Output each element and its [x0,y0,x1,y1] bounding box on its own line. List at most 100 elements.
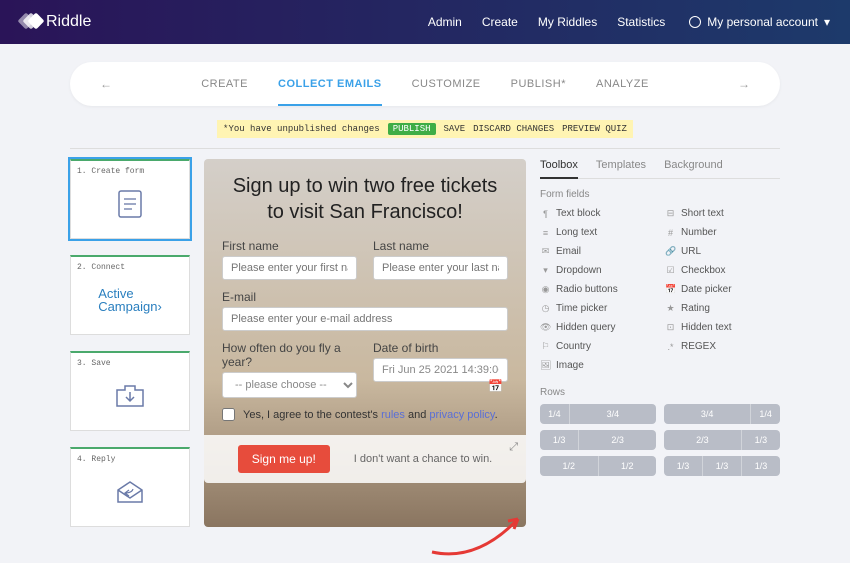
email-input[interactable] [222,307,508,331]
short-text-icon: ⊟ [665,208,676,219]
nav-admin[interactable]: Admin [428,15,462,29]
row-13-23[interactable]: 1/32/3 [540,430,656,450]
row-23-13[interactable]: 2/31/3 [664,430,780,450]
decline-button[interactable]: I don't want a chance to win. [354,453,492,465]
field-country[interactable]: ⚐Country [540,339,655,354]
step-publish[interactable]: PUBLISH* [511,78,566,91]
brand-name: Riddle [46,13,91,31]
calendar-icon[interactable]: 📅 [488,379,503,393]
time-picker-icon: ◷ [540,303,551,314]
row-12-12[interactable]: 1/21/2 [540,456,656,476]
field-rating[interactable]: ★Rating [665,301,780,316]
last-name-field: Last name [373,239,508,280]
hidden-text-icon: ⊡ [665,322,676,333]
card-label: 2. Connect [77,263,183,272]
rows-label: Rows [540,387,780,398]
sign-up-button[interactable]: Sign me up! [238,445,330,473]
field-image[interactable]: 🖼Image [540,358,655,373]
step-customize[interactable]: CUSTOMIZE [412,78,481,91]
first-name-input[interactable] [222,256,357,280]
publish-button[interactable]: PUBLISH [388,123,436,135]
step-collect-emails[interactable]: COLLECT EMAILS [278,78,382,106]
card-create-form[interactable]: 1. Create form [70,159,190,239]
privacy-link[interactable]: privacy policy [429,409,494,421]
account-menu[interactable]: My personal account ▾ [689,15,830,29]
tab-toolbox[interactable]: Toolbox [540,159,578,179]
consent-checkbox[interactable] [222,408,235,421]
card-save[interactable]: 3. Save [70,351,190,431]
field-dropdown[interactable]: ▾Dropdown [540,263,655,278]
field-hidden-query[interactable]: 👁Hidden query [540,320,655,335]
field-time-picker[interactable]: ◷Time picker [540,301,655,316]
consent-row: Yes, I agree to the contest's rules and … [222,408,508,421]
discard-button[interactable]: DISCARD CHANGES [473,124,554,134]
expand-icon[interactable]: ⤢ [509,441,518,454]
step-analyze[interactable]: ANALYZE [596,78,649,91]
annotation-arrow [422,507,532,563]
radio-icon: ◉ [540,284,551,295]
form-actions: Sign me up! I don't want a chance to win… [204,435,526,483]
field-long-text[interactable]: ≡Long text [540,225,655,240]
row-34-14[interactable]: 3/41/4 [664,404,780,424]
nav-statistics[interactable]: Statistics [617,15,665,29]
preview-button[interactable]: PREVIEW QUIZ [562,124,627,134]
nav-myriddles[interactable]: My Riddles [538,15,597,29]
field-text-block[interactable]: ¶Text block [540,206,655,221]
hidden-query-icon: 👁 [540,322,551,333]
field-checkbox[interactable]: ☑Checkbox [665,263,780,278]
brand-logo[interactable]: Riddle [20,13,91,31]
top-nav: Admin Create My Riddles Statistics [428,15,665,29]
form-fields-label: Form fields [540,189,780,200]
logo-icon [20,15,40,29]
row-13-13-13[interactable]: 1/31/31/3 [664,456,780,476]
field-radio[interactable]: ◉Radio buttons [540,282,655,297]
rating-icon: ★ [665,303,676,314]
step-tabs: CREATE COLLECT EMAILS CUSTOMIZE PUBLISH*… [112,78,738,91]
user-icon [689,16,701,28]
field-url[interactable]: 🔗URL [665,244,780,259]
regex-icon: .* [665,342,676,352]
image-icon: 🖼 [540,360,551,371]
row-14-34[interactable]: 1/43/4 [540,404,656,424]
divider [70,148,780,149]
card-label: 3. Save [77,359,183,368]
main: 1. Create form 2. Connect ActiveCampaign… [0,159,850,547]
step-cards: 1. Create form 2. Connect ActiveCampaign… [70,159,190,527]
account-label: My personal account [707,15,818,29]
field-date-picker[interactable]: 📅Date picker [665,282,780,297]
nav-create[interactable]: Create [482,15,518,29]
card-connect[interactable]: 2. Connect ActiveCampaign› [70,255,190,335]
number-icon: # [665,228,676,238]
card-reply[interactable]: 4. Reply [70,447,190,527]
field-hidden-text[interactable]: ⊡Hidden text [665,320,780,335]
panel-tabs: Toolbox Templates Background [540,159,780,179]
field-regex[interactable]: .*REGEX [665,339,780,354]
first-name-field: First name [222,239,357,280]
url-icon: 🔗 [665,246,676,257]
text-block-icon: ¶ [540,209,551,219]
save-icon [77,368,183,424]
email-field-wrap: E-mail [222,290,508,331]
reply-icon [77,464,183,520]
field-number[interactable]: #Number [665,225,780,240]
form-fields-grid: ¶Text block ⊟Short text ≡Long text #Numb… [540,206,780,373]
step-create[interactable]: CREATE [201,78,248,91]
dropdown-icon: ▾ [540,265,551,276]
step-prev[interactable]: ← [100,77,112,91]
frequency-label: How often do you fly a year? [222,341,357,369]
tab-templates[interactable]: Templates [596,159,646,178]
frequency-select[interactable]: -- please choose -- [222,372,357,398]
card-label: 1. Create form [77,167,183,176]
top-header: Riddle Admin Create My Riddles Statistic… [0,0,850,44]
save-button[interactable]: SAVE [444,124,466,134]
tab-background[interactable]: Background [664,159,723,178]
last-name-input[interactable] [373,256,508,280]
rules-link[interactable]: rules [381,409,405,421]
chevron-down-icon: ▾ [824,15,830,29]
last-name-label: Last name [373,239,508,253]
field-email[interactable]: ✉Email [540,244,655,259]
rows-layouts: 1/43/4 3/41/4 1/32/3 2/31/3 1/21/2 1/31/… [540,404,780,476]
long-text-icon: ≡ [540,228,551,238]
field-short-text[interactable]: ⊟Short text [665,206,780,221]
step-next[interactable]: → [738,77,750,91]
